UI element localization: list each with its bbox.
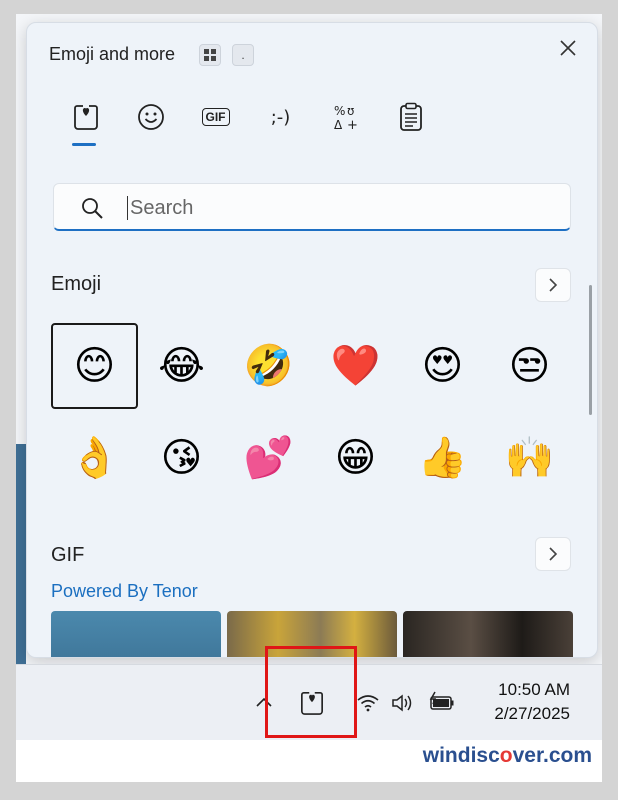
emoji-thumbs-up[interactable]: 👍 [399,415,486,501]
smiley-icon [137,104,164,130]
thumbs-up-emoji-icon: 👍 [417,436,468,480]
dot-button[interactable]: . [232,44,254,66]
screenshot-frame: Emoji and more . GIF ;-) % ʊ Δ + Search … [16,14,602,782]
clipboard-icon [399,102,422,131]
tab-favorites[interactable] [53,97,118,146]
gif-section-title: GIF [51,544,85,566]
red-heart-emoji-icon: ❤️ [330,344,381,388]
emoji-red-heart[interactable]: ❤️ [312,323,399,409]
tab-gif[interactable]: GIF [183,97,248,137]
heart-eyes-emoji-icon: 😍 [421,344,464,388]
symbols-icon: % ʊ Δ + [334,104,358,131]
network-button[interactable] [356,692,380,714]
search-icon [82,198,103,219]
tab-clipboard[interactable] [378,97,443,137]
close-icon [560,40,576,56]
chevron-right-icon [549,547,558,561]
face-blowing-kiss-emoji-icon: 😘 [160,436,203,480]
svg-text:Δ: Δ [334,118,343,131]
gif-thumbnail[interactable] [51,611,221,657]
watermark-logo: windiscover.com [422,744,592,767]
battery-charging-icon [429,691,454,710]
grid-view-button[interactable] [199,44,221,66]
emoji-grinning-face[interactable]: 😁 [312,415,399,501]
emoji-section-title: Emoji [51,273,102,295]
wifi-icon [357,695,379,712]
heart-in-box-icon [73,105,98,130]
grinning-face-emoji-icon: 😁 [334,436,377,480]
search-input[interactable] [128,190,552,226]
close-button[interactable] [553,33,583,63]
disappointed-face-emoji-icon: 😒 [508,344,551,388]
volume-button[interactable] [390,692,416,714]
two-hearts-emoji-icon: 💕 [243,436,294,480]
category-tabs: GIF ;-) % ʊ Δ + [53,97,443,146]
emoji-raising-hands[interactable]: 🙌 [486,415,573,501]
gif-icon: GIF [201,108,230,126]
rolling-on-floor-laughing-emoji-icon: 🤣 [243,344,294,388]
chevron-right-icon [549,278,558,292]
clock[interactable]: 10:50 AM 2/27/2025 [494,678,570,726]
battery-button[interactable] [426,690,458,714]
highlight-box [265,646,357,738]
svg-text:%: % [334,104,345,118]
smiling-face-emoji-icon: 😊 [73,344,116,388]
volume-icon [392,694,412,712]
emoji-two-hearts[interactable]: 💕 [225,415,312,501]
emoji-rolling-on-floor-laughing[interactable]: 🤣 [225,323,312,409]
panel-title: Emoji and more [49,44,176,64]
emoji-heart-eyes[interactable]: 😍 [399,323,486,409]
desktop-background [16,444,26,664]
powered-by-tenor-link[interactable]: Powered By Tenor [51,581,198,602]
search-box[interactable] [53,183,571,231]
svg-text:ʊ: ʊ [347,104,354,118]
tab-kaomoji[interactable]: ;-) [248,97,313,137]
face-with-tears-of-joy-emoji-icon: 😂 [158,344,205,388]
grid-icon [204,49,216,61]
tab-symbols[interactable]: % ʊ Δ + [313,97,378,137]
emoji-more-button[interactable] [535,268,571,302]
emoji-panel: Emoji and more . GIF ;-) % ʊ Δ + Search … [26,22,598,658]
gif-thumbnail[interactable] [403,611,573,657]
emoji-ok-hand[interactable]: 👌 [51,415,138,501]
emoji-face-blowing-kiss[interactable]: 😘 [138,415,225,501]
gif-more-button[interactable] [535,537,571,571]
kaomoji-icon: ;-) [270,106,291,128]
clock-date: 2/27/2025 [494,704,570,723]
clock-time: 10:50 AM [498,680,570,699]
svg-text:+: + [347,118,358,131]
scrollbar[interactable] [589,285,592,415]
emoji-disappointed-face[interactable]: 😒 [486,323,573,409]
emoji-smiling-face[interactable]: 😊 [51,323,138,409]
raising-hands-emoji-icon: 🙌 [504,436,555,480]
emoji-grid: 😊 😂 🤣 ❤️ 😍 😒 👌 😘 💕 😁 👍 🙌 [51,323,575,501]
ok-hand-emoji-icon: 👌 [69,436,120,480]
emoji-face-with-tears-of-joy[interactable]: 😂 [138,323,225,409]
tab-emoji[interactable] [118,97,183,137]
